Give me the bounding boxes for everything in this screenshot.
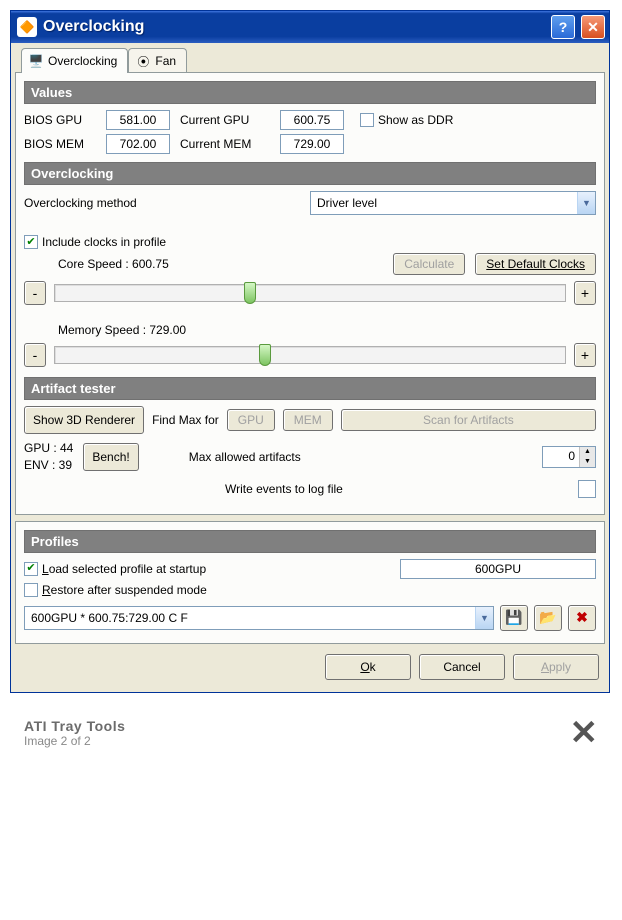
lightbox-close-button[interactable]: ✕ bbox=[570, 713, 599, 753]
overclocking-window: 🔶 Overclocking ? ✕ 🖥️ Overclocking ⦿ Fan… bbox=[10, 10, 610, 693]
chip-icon: 🖥️ bbox=[28, 53, 44, 69]
load-startup-label: oad selected profile at startup bbox=[49, 562, 206, 576]
tab-fan[interactable]: ⦿ Fan bbox=[128, 48, 187, 73]
chevron-down-icon[interactable]: ▼ bbox=[577, 192, 595, 214]
tab-label: Overclocking bbox=[48, 54, 117, 68]
memory-speed-minus-button[interactable]: - bbox=[24, 343, 46, 367]
calculate-button: Calculate bbox=[393, 253, 465, 275]
scan-artifacts-button: Scan for Artifacts bbox=[341, 409, 596, 431]
app-icon: 🔶 bbox=[17, 17, 37, 37]
gpu-temp: GPU : 44 bbox=[24, 440, 73, 457]
bios-gpu-value: 581.00 bbox=[106, 110, 170, 130]
current-gpu-value: 600.75 bbox=[280, 110, 344, 130]
write-log-checkbox[interactable] bbox=[578, 480, 596, 498]
restore-checkbox[interactable] bbox=[24, 583, 38, 597]
memory-speed-slider[interactable] bbox=[54, 346, 566, 364]
ok-button[interactable]: Ok bbox=[325, 654, 411, 680]
save-profile-button[interactable]: 💾 bbox=[500, 605, 528, 631]
max-allowed-label: Max allowed artifacts bbox=[189, 450, 532, 464]
core-speed-minus-button[interactable]: - bbox=[24, 281, 46, 305]
overclocking-header: Overclocking bbox=[24, 162, 596, 185]
show-as-ddr-label: Show as DDR bbox=[378, 113, 453, 127]
tabstrip: 🖥️ Overclocking ⦿ Fan bbox=[15, 48, 605, 73]
spin-down-icon[interactable]: ▼ bbox=[580, 457, 595, 467]
find-max-gpu-button: GPU bbox=[227, 409, 275, 431]
artifact-header: Artifact tester bbox=[24, 377, 596, 400]
find-max-mem-button: MEM bbox=[283, 409, 333, 431]
max-allowed-spinner[interactable]: 0 ▲ ▼ bbox=[542, 446, 596, 468]
apply-button: Apply bbox=[513, 654, 599, 680]
bios-mem-value: 702.00 bbox=[106, 134, 170, 154]
caption-title: ATI Tray Tools bbox=[24, 718, 125, 734]
titlebar[interactable]: 🔶 Overclocking ? ✕ bbox=[11, 11, 609, 43]
include-clocks-checkbox[interactable]: ✔ bbox=[24, 235, 38, 249]
help-button[interactable]: ? bbox=[551, 15, 575, 39]
show-3d-renderer-button[interactable]: Show 3D Renderer bbox=[24, 406, 144, 434]
current-mem-value: 729.00 bbox=[280, 134, 344, 154]
load-startup-checkbox[interactable]: ✔ bbox=[24, 562, 38, 576]
profile-combo-value: 600GPU * 600.75:729.00 C F bbox=[25, 611, 475, 625]
profile-combo[interactable]: 600GPU * 600.75:729.00 C F ▼ bbox=[24, 606, 494, 630]
bench-button[interactable]: Bench! bbox=[83, 443, 138, 471]
tab-overclocking[interactable]: 🖥️ Overclocking bbox=[21, 48, 128, 73]
profiles-header: Profiles bbox=[24, 530, 596, 553]
set-default-clocks-button[interactable]: Set Default Clocks bbox=[475, 253, 596, 275]
max-allowed-value: 0 bbox=[543, 447, 579, 467]
bios-gpu-label: BIOS GPU bbox=[24, 113, 96, 127]
method-label: Overclocking method bbox=[24, 196, 304, 210]
find-max-label: Find Max for bbox=[152, 413, 219, 427]
help-icon: ? bbox=[559, 19, 568, 35]
values-header: Values bbox=[24, 81, 596, 104]
folder-open-icon: 📂 bbox=[539, 609, 556, 626]
close-icon: ✕ bbox=[587, 19, 599, 36]
core-speed-slider[interactable] bbox=[54, 284, 566, 302]
open-profile-button[interactable]: 📂 bbox=[534, 605, 562, 631]
cancel-button[interactable]: Cancel bbox=[419, 654, 505, 680]
write-log-label: Write events to log file bbox=[225, 482, 572, 496]
spin-up-icon[interactable]: ▲ bbox=[580, 447, 595, 457]
fan-icon: ⦿ bbox=[135, 53, 151, 69]
caption-counter: Image 2 of 2 bbox=[24, 734, 91, 748]
env-temp: ENV : 39 bbox=[24, 457, 73, 474]
startup-profile-name: 600GPU bbox=[400, 559, 596, 579]
chevron-down-icon[interactable]: ▼ bbox=[475, 607, 493, 629]
current-gpu-label: Current GPU bbox=[180, 113, 270, 127]
save-icon: 💾 bbox=[505, 609, 522, 626]
delete-icon: ✖ bbox=[576, 609, 588, 626]
profiles-panel: Profiles ✔ Load selected profile at star… bbox=[15, 521, 605, 644]
core-slider-thumb[interactable] bbox=[244, 282, 256, 304]
current-mem-label: Current MEM bbox=[180, 137, 270, 151]
core-speed-label: Core Speed : 600.75 bbox=[58, 257, 383, 271]
restore-label: estore after suspended mode bbox=[51, 583, 207, 597]
method-combo[interactable]: Driver level ▼ bbox=[310, 191, 596, 215]
show-as-ddr-checkbox[interactable] bbox=[360, 113, 374, 127]
include-clocks-label: Include clocks in profile bbox=[42, 235, 166, 249]
bios-mem-label: BIOS MEM bbox=[24, 137, 96, 151]
memory-speed-plus-button[interactable]: + bbox=[574, 343, 596, 367]
dialog-buttons: Ok Cancel Apply bbox=[15, 644, 605, 682]
tab-label: Fan bbox=[155, 54, 176, 68]
memory-speed-label: Memory Speed : 729.00 bbox=[58, 323, 186, 337]
delete-profile-button[interactable]: ✖ bbox=[568, 605, 596, 631]
mem-slider-thumb[interactable] bbox=[259, 344, 271, 366]
close-icon: ✕ bbox=[570, 714, 599, 752]
lightbox-footer: ATI Tray Tools Image 2 of 2 ✕ bbox=[10, 713, 612, 753]
close-button[interactable]: ✕ bbox=[581, 15, 605, 39]
window-title: Overclocking bbox=[43, 18, 545, 36]
method-value: Driver level bbox=[311, 196, 577, 210]
core-speed-plus-button[interactable]: + bbox=[574, 281, 596, 305]
tab-panel: Values BIOS GPU 581.00 Current GPU 600.7… bbox=[15, 72, 605, 515]
